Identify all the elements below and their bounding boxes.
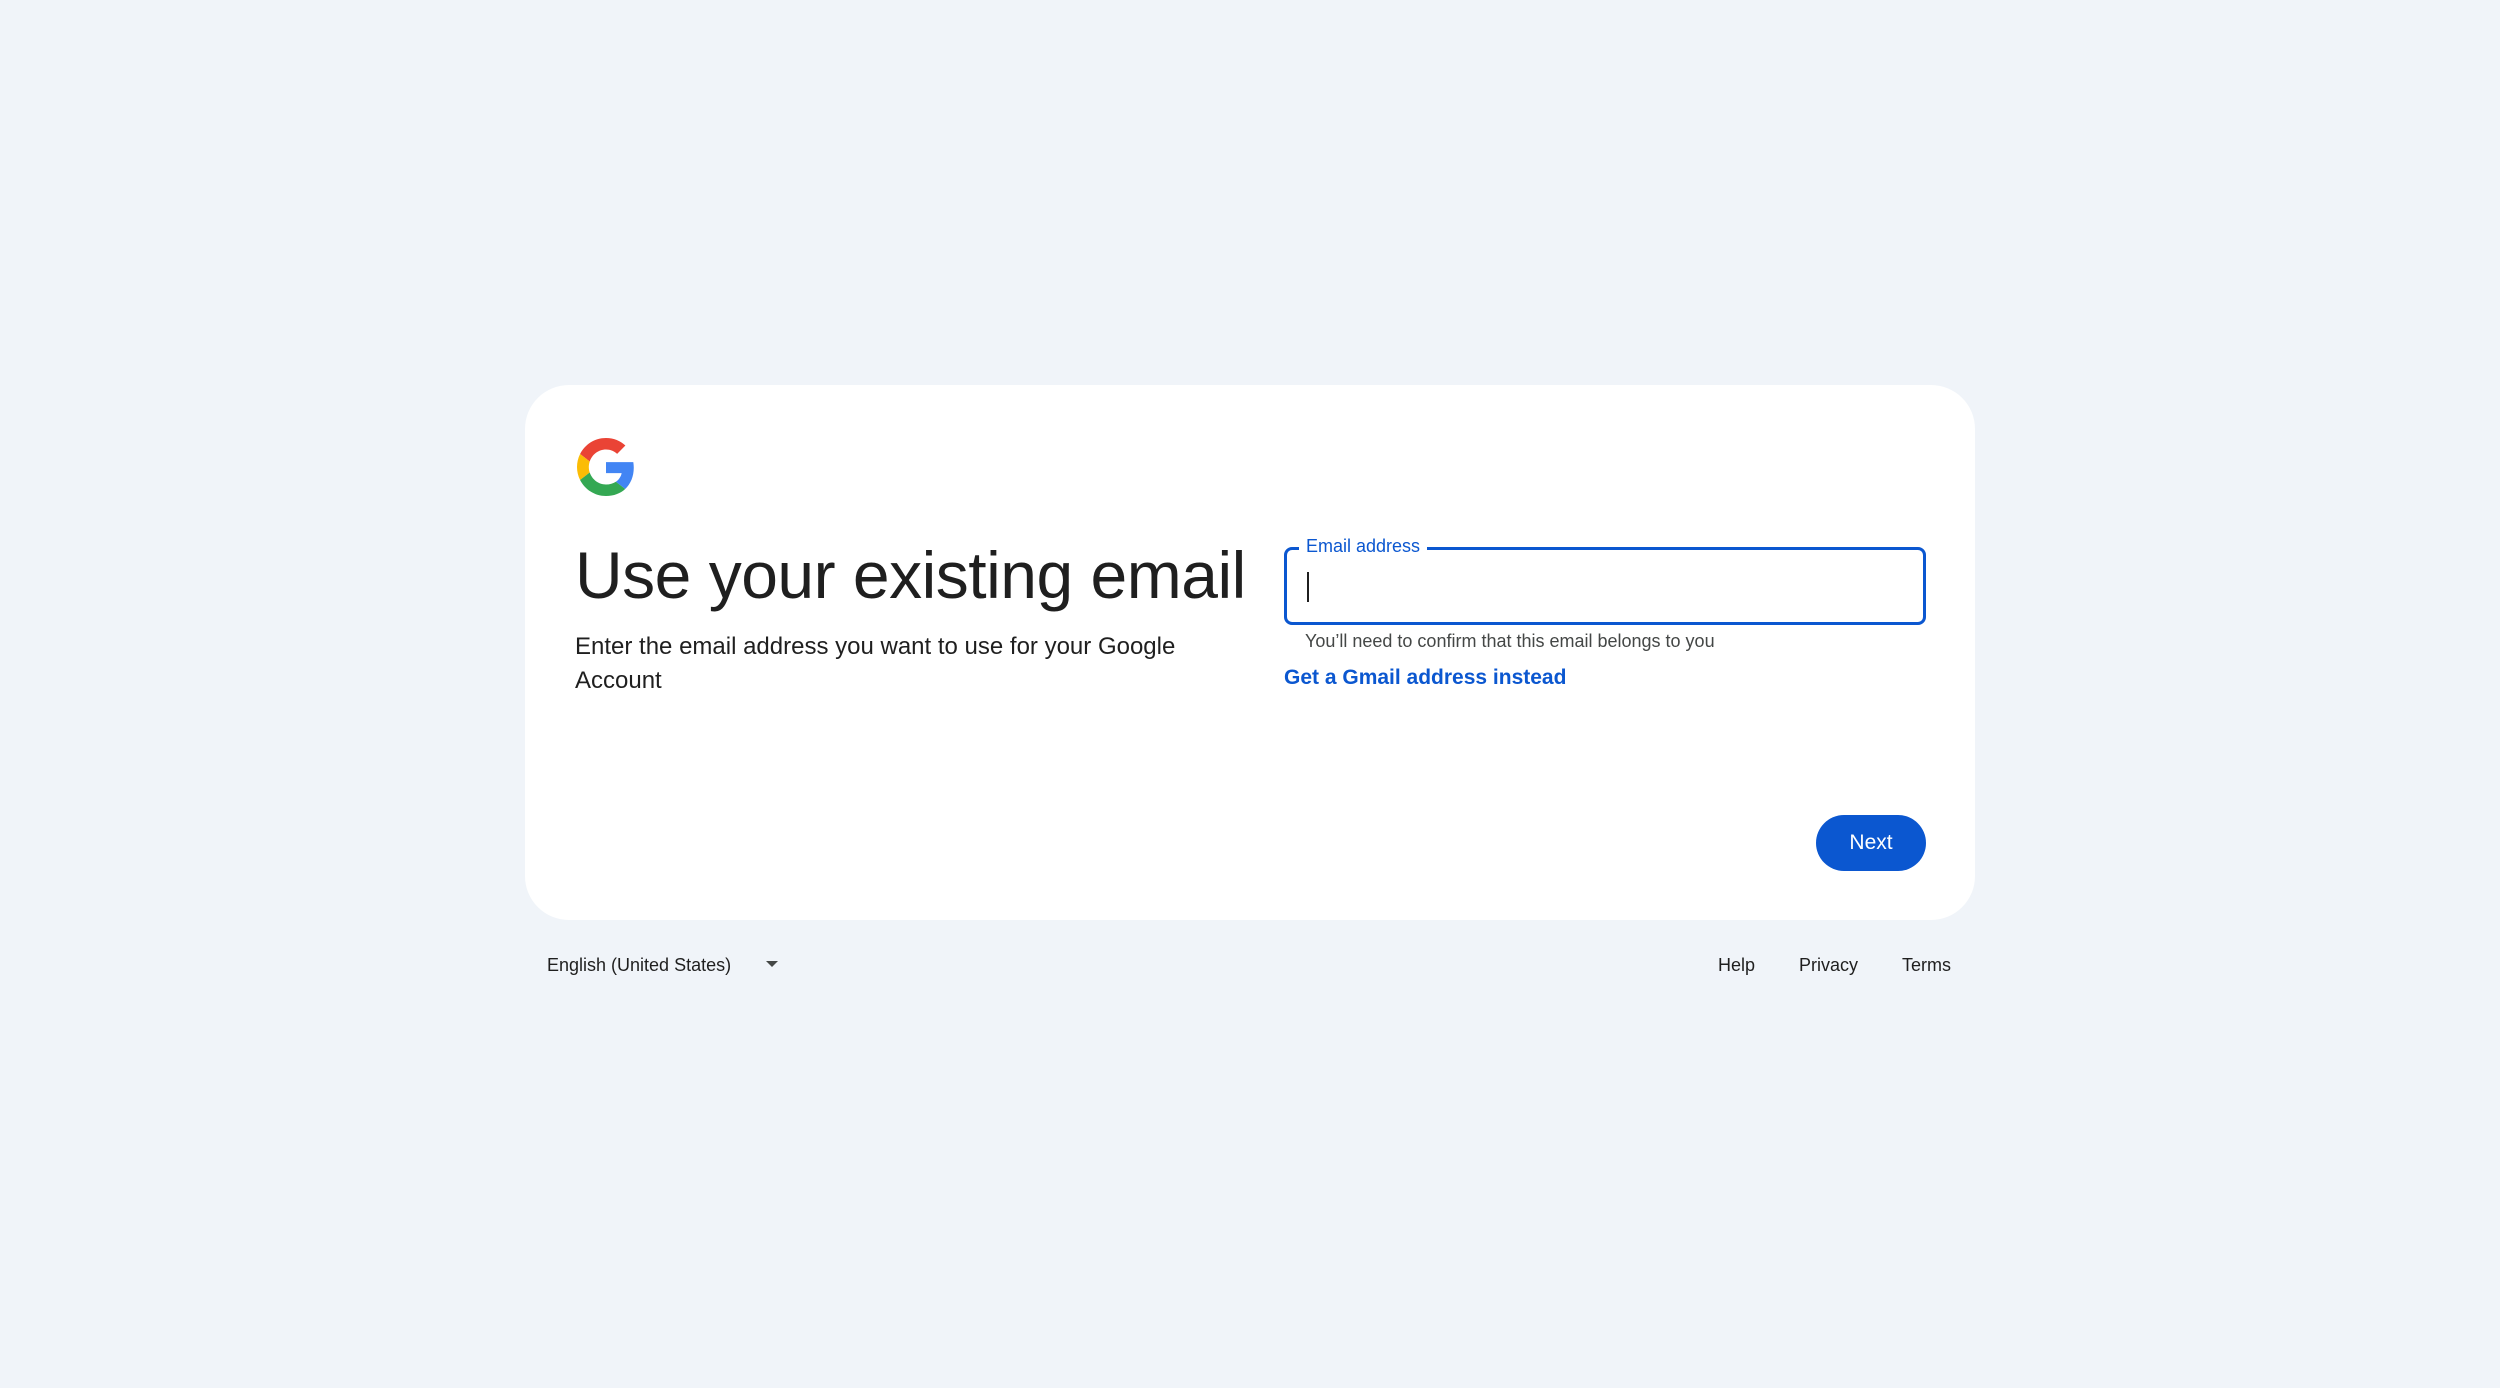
get-gmail-address-link[interactable]: Get a Gmail address instead bbox=[1284, 664, 1566, 692]
language-selector-label: English (United States) bbox=[547, 954, 732, 975]
footer-links: Help Privacy Terms bbox=[1674, 945, 1951, 985]
text-cursor bbox=[1307, 572, 1309, 602]
chevron-down-icon[interactable] bbox=[766, 961, 778, 967]
help-link[interactable]: Help bbox=[1718, 955, 1755, 976]
footer: English (United States) Help Privacy Ter… bbox=[525, 945, 1975, 985]
email-input[interactable] bbox=[1307, 562, 1901, 610]
email-helper-text: You’ll need to confirm that this email b… bbox=[1305, 631, 1715, 651]
language-selector[interactable]: English (United States) bbox=[547, 945, 731, 985]
page-subtitle: Enter the email address you want to use … bbox=[575, 633, 1176, 694]
privacy-link[interactable]: Privacy bbox=[1799, 955, 1858, 976]
email-field-label: Email address bbox=[1299, 534, 1428, 558]
page-title: Use your existing email bbox=[575, 538, 1246, 612]
next-button[interactable]: Next bbox=[1816, 815, 1926, 871]
google-logo-icon bbox=[577, 438, 635, 496]
terms-link[interactable]: Terms bbox=[1902, 955, 1951, 976]
email-field[interactable]: Email address bbox=[1284, 534, 1926, 625]
signup-card: Use your existing email Enter the email … bbox=[525, 385, 1975, 920]
